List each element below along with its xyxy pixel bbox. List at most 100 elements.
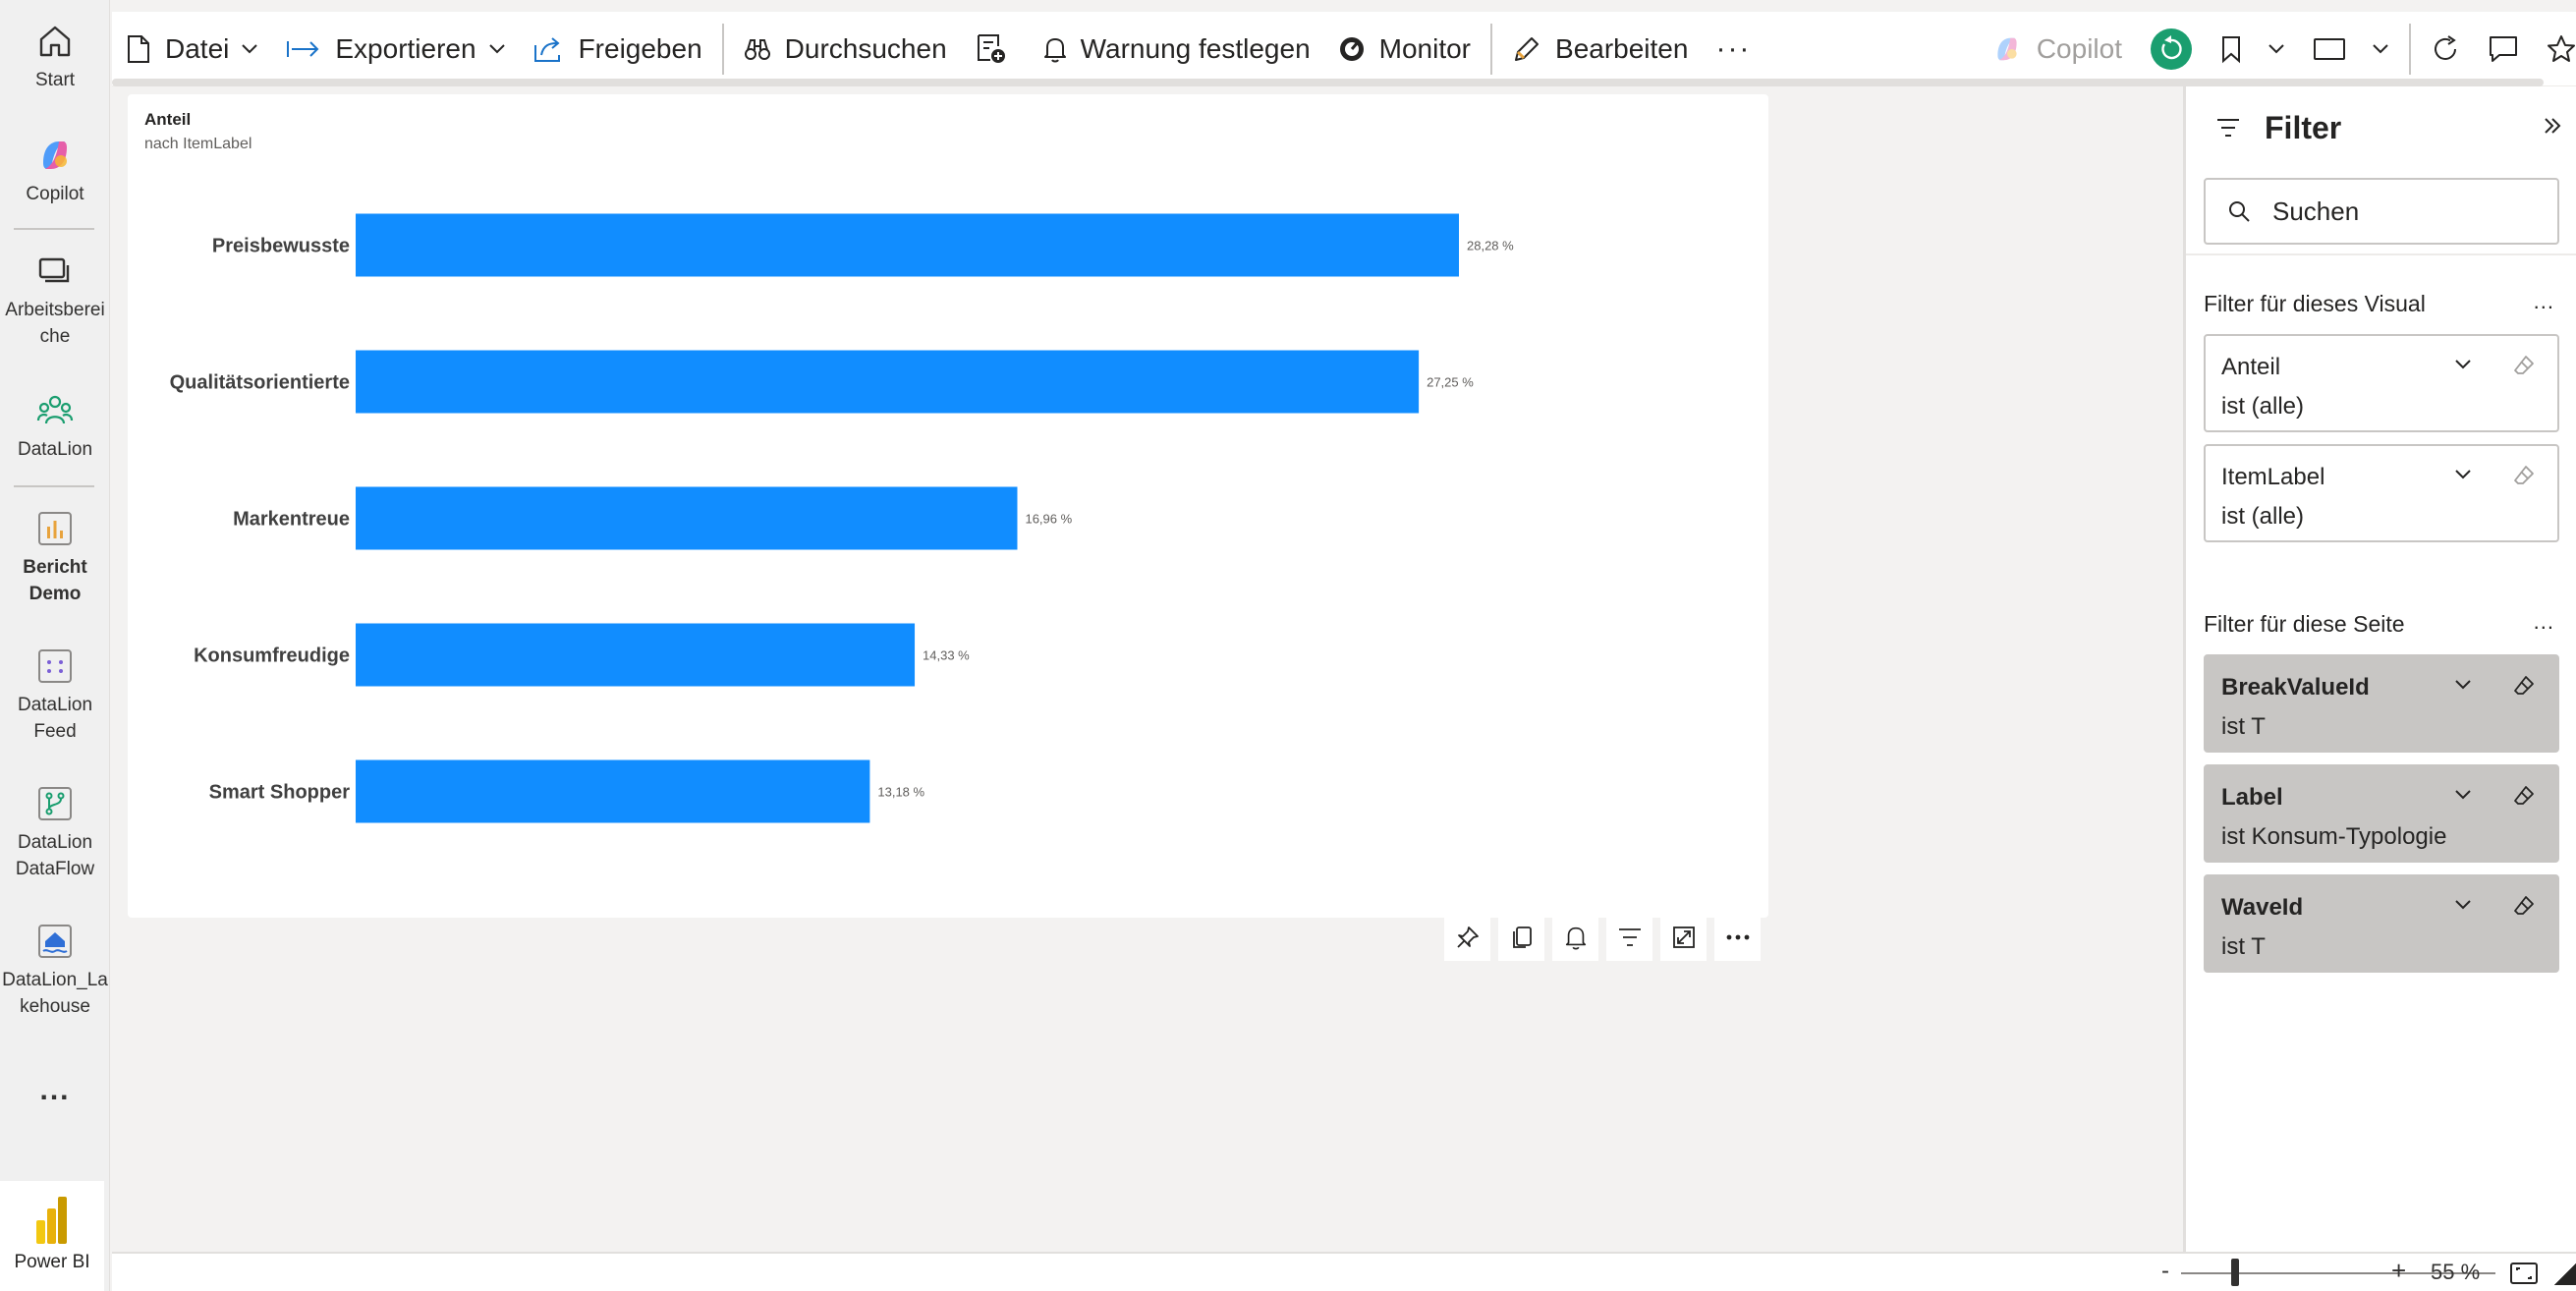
- rail-item-report-demo[interactable]: Bericht Demo: [0, 509, 110, 607]
- export-menu-button[interactable]: Exportieren: [272, 12, 519, 86]
- collapse-filter-pane-button[interactable]: [2543, 116, 2562, 140]
- visual-action-bar: [1444, 914, 1768, 963]
- visual-filters-more-button[interactable]: ...: [2534, 289, 2554, 314]
- bar[interactable]: [356, 759, 870, 823]
- eraser-icon[interactable]: [2512, 784, 2536, 808]
- filter-card-name: ItemLabel: [2221, 464, 2325, 490]
- rail-label-copilot: Copilot: [26, 184, 84, 204]
- filter-card-anteil[interactable]: Anteil ist (alle): [2204, 334, 2559, 432]
- copilot-label: Copilot: [2036, 32, 2122, 64]
- resize-corner: [2554, 1263, 2576, 1285]
- chevron-down-icon[interactable]: [2453, 468, 2473, 481]
- chevron-down-icon[interactable]: [2453, 898, 2473, 912]
- data-label: 13,18 %: [877, 785, 924, 800]
- powerbi-logo-icon: [36, 1197, 67, 1244]
- export-arrow-icon: [287, 40, 319, 57]
- filter-pane-header: Filter: [2215, 108, 2341, 147]
- zoom-in-button[interactable]: +: [2391, 1256, 2406, 1286]
- rail-label-workspaces-1: Arbeitsberei: [5, 300, 105, 320]
- binoculars-icon: [744, 38, 770, 60]
- chevron-down-icon[interactable]: [2453, 358, 2473, 371]
- favorite-button[interactable]: [2533, 12, 2576, 86]
- refresh-button[interactable]: [2417, 12, 2474, 86]
- filter-card-breakvalueid[interactable]: BreakValueId ist T: [2204, 654, 2559, 753]
- page-filters-heading: Filter für diese Seite: [2204, 611, 2405, 637]
- file-menu-button[interactable]: Datei: [112, 12, 272, 86]
- bar[interactable]: [356, 350, 1420, 414]
- fit-to-page-icon[interactable]: [2509, 1262, 2539, 1285]
- document-icon: [128, 34, 149, 63]
- app-window: Start Copilot Arbeitsberei che DataLion …: [0, 0, 2576, 1291]
- filter-card-label[interactable]: Label ist Konsum-Typologie: [2204, 764, 2559, 863]
- pin-icon: [1456, 926, 1479, 948]
- category-label: Konsumfreudige: [194, 646, 350, 667]
- filter-card-name: Anteil: [2221, 354, 2281, 380]
- bookmark-button[interactable]: [2207, 12, 2299, 86]
- rail-label-datalion: DataLion: [17, 439, 93, 460]
- set-alert-label: Warnung festlegen: [1080, 32, 1311, 64]
- filter-search-input[interactable]: Suchen: [2204, 178, 2559, 245]
- toolbar-scrollbar[interactable]: [112, 79, 2544, 86]
- visual-alert-button[interactable]: [1552, 914, 1598, 961]
- reset-button[interactable]: [2136, 12, 2207, 86]
- category-label: Smart Shopper: [209, 782, 351, 804]
- rail-label-workspaces-2: che: [39, 326, 71, 347]
- monitor-label: Monitor: [1378, 32, 1472, 64]
- focus-mode-button[interactable]: [1660, 914, 1707, 961]
- eraser-icon[interactable]: [2512, 354, 2536, 377]
- rail-item-start[interactable]: Start: [0, 22, 110, 93]
- rail-item-datalion-dataflow[interactable]: DataLion DataFlow: [0, 784, 110, 882]
- monitor-button[interactable]: Monitor: [1324, 12, 1484, 86]
- toolbar-divider: [721, 23, 724, 75]
- view-button[interactable]: [2299, 12, 2403, 86]
- bar[interactable]: [356, 623, 916, 687]
- chevron-down-icon[interactable]: [2453, 678, 2473, 692]
- explore-button[interactable]: Durchsuchen: [730, 12, 961, 86]
- bar[interactable]: [356, 486, 1018, 550]
- rail-label-report-1: Bericht: [23, 557, 87, 578]
- left-nav-rail: Start Copilot Arbeitsberei che DataLion …: [0, 0, 110, 1291]
- bell-icon: [1565, 926, 1586, 950]
- filter-card-itemlabel[interactable]: ItemLabel ist (alle): [2204, 444, 2559, 542]
- edit-label: Bearbeiten: [1555, 32, 1689, 64]
- rail-more-button[interactable]: ...: [0, 1076, 110, 1105]
- rail-item-copilot[interactable]: Copilot: [0, 136, 110, 207]
- rail-label-start: Start: [34, 70, 76, 90]
- copy-visual-button[interactable]: [1498, 914, 1544, 961]
- zoom-slider-thumb[interactable]: [2231, 1259, 2239, 1286]
- powerbi-app-switcher[interactable]: Power BI: [0, 1181, 104, 1291]
- page-filters-more-button[interactable]: ...: [2534, 609, 2554, 635]
- rail-item-workspaces[interactable]: Arbeitsberei che: [0, 252, 110, 350]
- group-icon: [36, 395, 74, 424]
- rail-item-datalion-lakehouse[interactable]: DataLion_La kehouse: [0, 922, 110, 1020]
- zoom-out-button[interactable]: -: [2161, 1258, 2169, 1285]
- bar[interactable]: [356, 213, 1459, 277]
- filter-card-value: ist (alle): [2221, 393, 2305, 420]
- copilot-button[interactable]: Copilot: [1978, 12, 2136, 86]
- set-alert-button[interactable]: Warnung festlegen: [1030, 12, 1324, 86]
- filter-card-value: ist T: [2221, 713, 2266, 740]
- visual-filter-button[interactable]: [1606, 914, 1652, 961]
- edit-button[interactable]: Bearbeiten: [1498, 12, 1702, 86]
- pin-visual-button[interactable]: [1444, 914, 1490, 961]
- eraser-icon[interactable]: [2512, 464, 2536, 487]
- share-button[interactable]: Freigeben: [520, 12, 716, 86]
- rail-item-datalion-feed[interactable]: DataLion Feed: [0, 646, 110, 745]
- bar-chart-visual[interactable]: Anteil nach ItemLabel Preisbewusste 28,28…: [128, 94, 1768, 918]
- subscribe-button[interactable]: [961, 12, 1030, 86]
- filter-card-waveid[interactable]: WaveId ist T: [2204, 874, 2559, 973]
- filter-pane: Filter Suchen Filter für dieses Visual .…: [2183, 86, 2576, 1252]
- toolbar-divider: [2409, 23, 2411, 75]
- filter-card-value: ist Konsum-Typologie: [2221, 823, 2447, 850]
- filter-lines-icon: [2217, 119, 2239, 137]
- rail-label-dataflow-1: DataLion: [17, 832, 93, 853]
- filter-card-name: Label: [2221, 784, 2283, 811]
- eraser-icon[interactable]: [2512, 674, 2536, 698]
- chevron-down-icon[interactable]: [2453, 788, 2473, 802]
- comments-button[interactable]: [2474, 12, 2533, 86]
- chevron-down-icon: [2373, 43, 2388, 53]
- rail-item-datalion[interactable]: DataLion: [0, 391, 110, 463]
- visual-more-options-button[interactable]: [1714, 914, 1761, 961]
- toolbar-more-button[interactable]: ···: [1702, 12, 1764, 86]
- eraser-icon[interactable]: [2512, 894, 2536, 918]
